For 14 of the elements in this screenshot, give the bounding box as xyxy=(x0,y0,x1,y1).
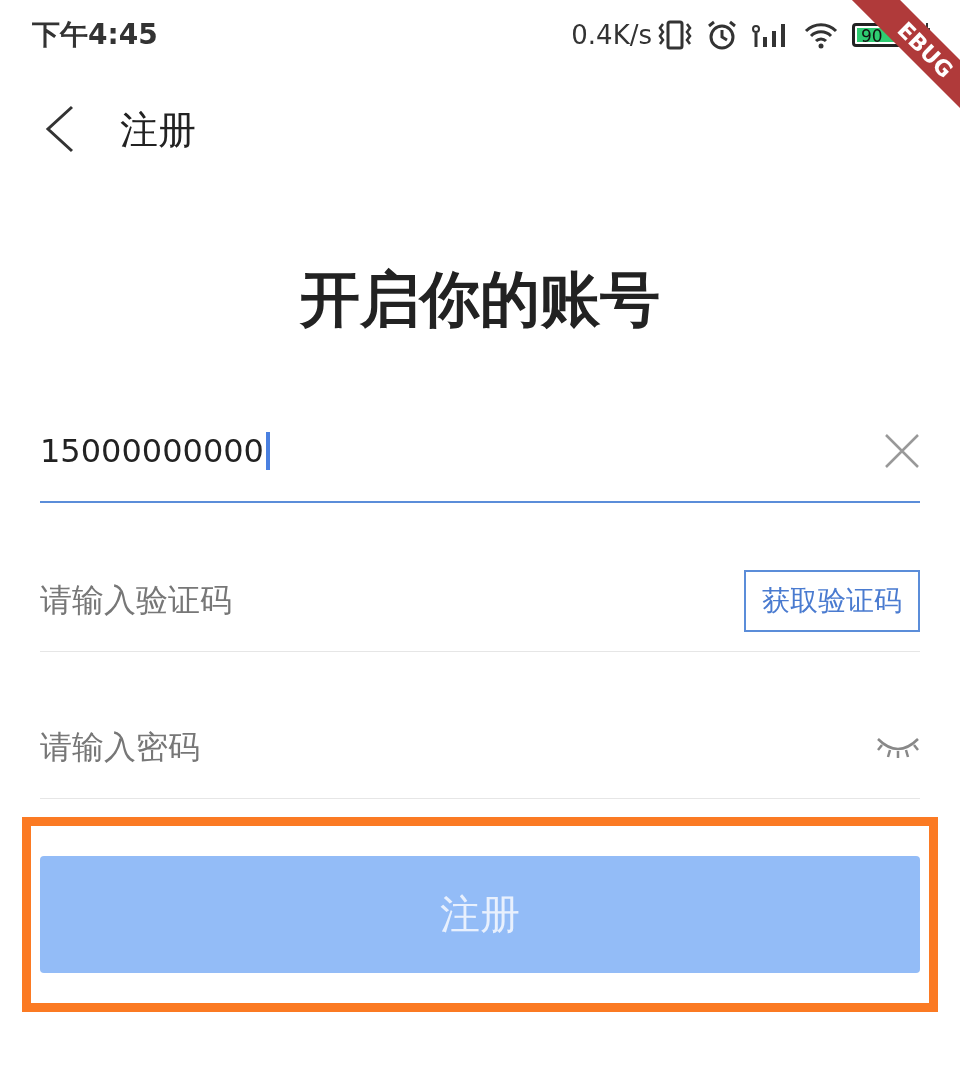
network-speed: 0.4K/s xyxy=(571,20,652,50)
wifi-icon xyxy=(804,21,838,49)
vibrate-icon xyxy=(658,20,692,50)
closed-eye-icon[interactable] xyxy=(876,736,920,760)
clear-icon[interactable] xyxy=(884,433,920,469)
alarm-icon xyxy=(706,19,738,51)
heading: 开启你的账号 xyxy=(299,263,661,336)
password-field[interactable]: 请输入密码 xyxy=(40,726,876,770)
get-code-button[interactable]: 获取验证码 xyxy=(744,570,920,632)
page-title: 注册 xyxy=(120,106,196,154)
status-time: 下午4:45 xyxy=(32,17,159,53)
text-caret xyxy=(265,432,270,470)
code-field[interactable]: 请输入验证码 xyxy=(40,579,744,623)
phone-field[interactable]: 15000000000 xyxy=(40,401,920,503)
